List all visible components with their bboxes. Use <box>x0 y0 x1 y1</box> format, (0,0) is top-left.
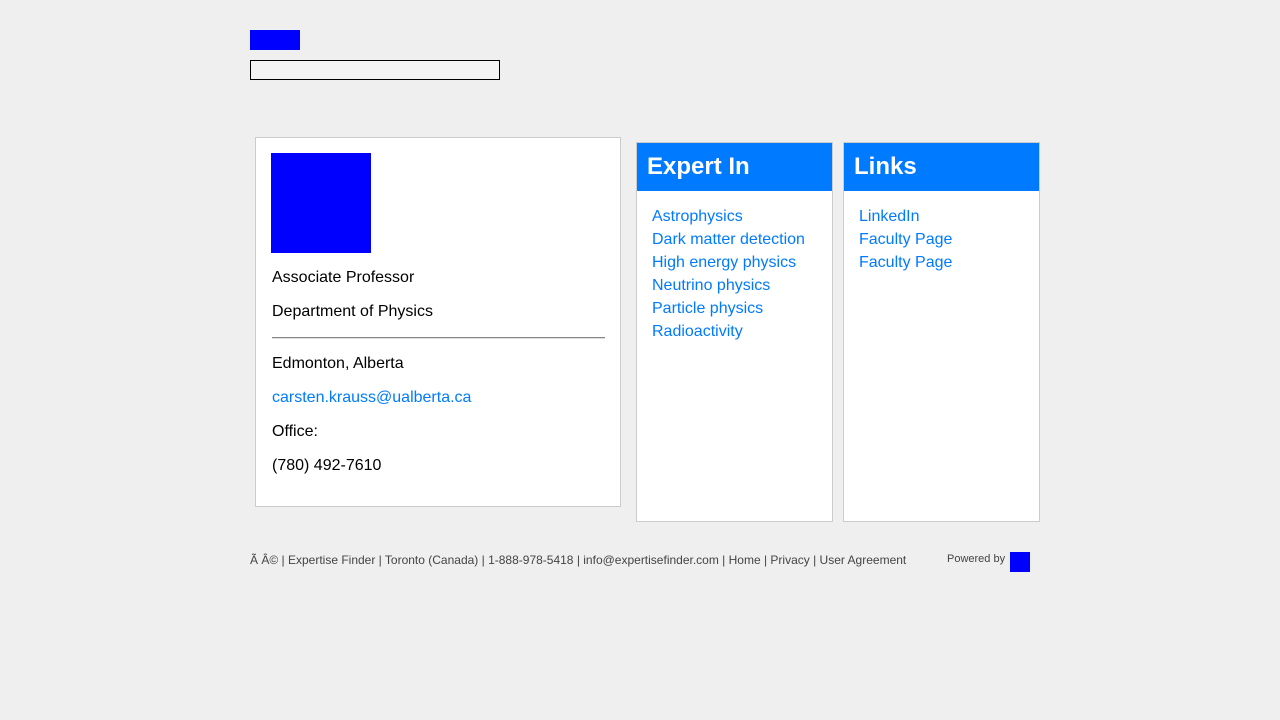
expert-in-heading: Expert In <box>637 143 832 191</box>
powered-by-logo[interactable] <box>1010 552 1030 572</box>
search-input[interactable] <box>250 60 500 80</box>
profile-office-label: Office: <box>272 423 318 440</box>
expert-in-panel: Expert In Astrophysics Dark matter detec… <box>636 142 833 522</box>
profile-department: Department of Physics <box>272 303 433 320</box>
profile-title: Associate Professor <box>272 269 415 286</box>
links-heading: Links <box>844 143 1039 191</box>
links-panel: Links LinkedIn Faculty Page Faculty Page <box>843 142 1040 522</box>
profile-card: Associate Professor Department of Physic… <box>255 137 621 507</box>
profile-email-link[interactable]: carsten.krauss@ualberta.ca <box>272 389 471 407</box>
expert-in-list: Astrophysics Dark matter detection High … <box>637 191 832 343</box>
links-list: LinkedIn Faculty Page Faculty Page <box>844 191 1039 274</box>
footer-text: Ã Â© | Expertise Finder | Toronto (Canad… <box>250 553 907 567</box>
link-faculty-page-2[interactable]: Faculty Page <box>859 251 1039 274</box>
profile-phone: (780) 492-7610 <box>272 457 382 474</box>
profile-photo <box>271 153 371 253</box>
expert-item-radioactivity[interactable]: Radioactivity <box>652 320 832 343</box>
expert-item-particle-physics[interactable]: Particle physics <box>652 297 832 320</box>
expert-item-dark-matter-detection[interactable]: Dark matter detection <box>652 228 832 251</box>
site-logo[interactable] <box>250 30 300 50</box>
divider <box>272 337 605 338</box>
expert-item-neutrino-physics[interactable]: Neutrino physics <box>652 274 832 297</box>
expert-item-high-energy-physics[interactable]: High energy physics <box>652 251 832 274</box>
profile-location: Edmonton, Alberta <box>272 355 404 372</box>
link-faculty-page[interactable]: Faculty Page <box>859 228 1039 251</box>
expert-item-astrophysics[interactable]: Astrophysics <box>652 205 832 228</box>
link-linkedin[interactable]: LinkedIn <box>859 205 1039 228</box>
powered-by-label: Powered by <box>947 553 1006 565</box>
